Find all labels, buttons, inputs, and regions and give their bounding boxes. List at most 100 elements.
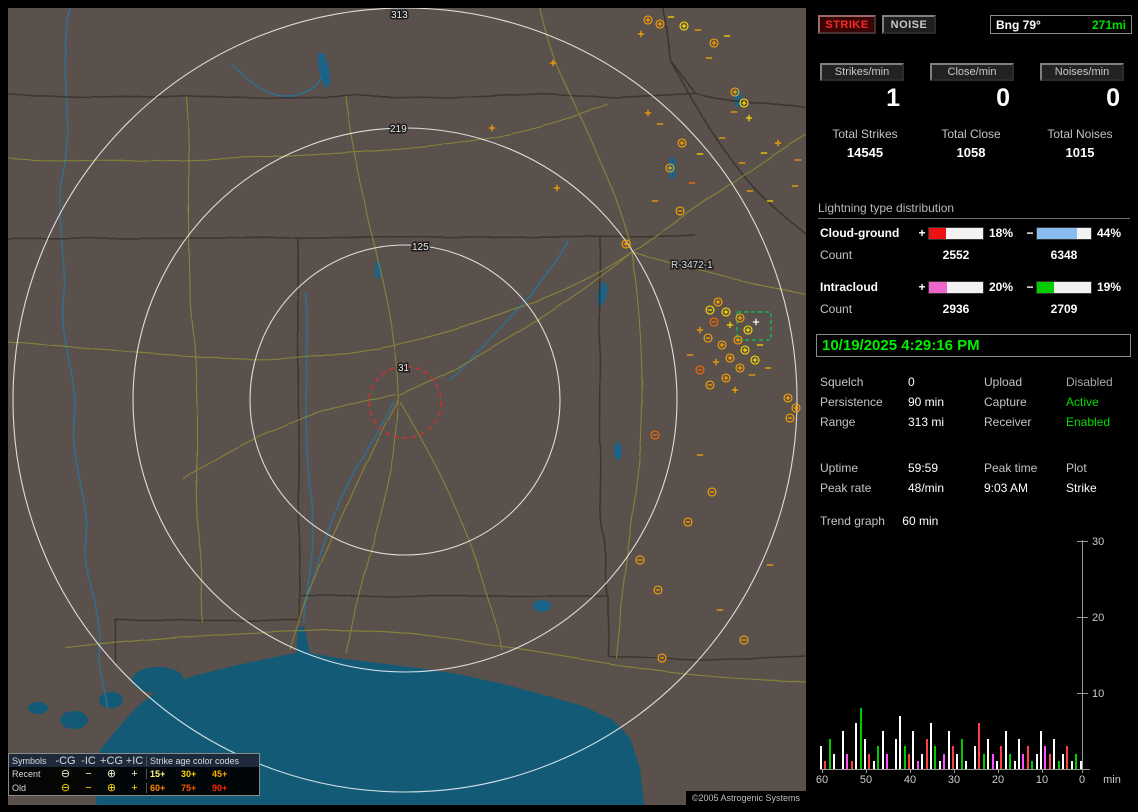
trend-bar <box>991 753 994 769</box>
age-code-60: 60+ <box>150 783 166 793</box>
legend-age-header: Strike age color codes <box>146 755 259 766</box>
trend-bar <box>1000 746 1003 769</box>
trend-bar <box>1048 753 1051 769</box>
x-tick-10: 10 <box>1035 774 1049 786</box>
trend-bars <box>820 536 1082 769</box>
capture-status: Active <box>1066 395 1099 409</box>
trend-bar <box>1070 761 1073 769</box>
cloud-ground-label: Cloud-ground <box>820 226 900 240</box>
storm-cell-label: R-3472-1 <box>671 260 713 271</box>
trend-bar <box>908 753 910 769</box>
total-noises-label: Total Noises <box>1047 127 1113 141</box>
trend-bar <box>1062 753 1064 769</box>
date-time-display: 10/19/2025 4:29:16 PM <box>816 334 1131 357</box>
squelch-label: Squelch <box>820 375 864 389</box>
x-tick-30: 30 <box>947 774 961 786</box>
ic-minus-bar <box>1036 280 1092 294</box>
peak-time-label: Peak time <box>984 461 1038 475</box>
trend-graph-label: Trend graph <box>820 514 885 528</box>
range-label: Range <box>820 415 856 429</box>
close-per-min-value: 0 <box>996 84 1010 112</box>
trend-bar <box>859 708 862 769</box>
trend-bar <box>925 738 928 769</box>
ic-plus-pct: 20% <box>989 280 1014 294</box>
squelch-value: 0 <box>908 375 915 389</box>
receiver-label: Receiver <box>984 415 1032 429</box>
ncg-recent-icon: ⊖ <box>60 768 71 780</box>
date-time-value: 10/19/2025 4:29:16 PM <box>822 337 980 354</box>
y-tick-10: 10 <box>1092 688 1105 700</box>
lightning-map[interactable]: 313 219 125 31 R-3472-1 Symbols -CG -IC … <box>8 8 806 805</box>
legend-symbols-header: Symbols <box>12 755 47 766</box>
trend-bar <box>877 746 880 769</box>
trend-bar <box>952 746 954 769</box>
plot-label: Plot <box>1066 461 1087 475</box>
trend-bar <box>987 738 990 769</box>
trend-bar <box>881 731 884 769</box>
cg-count-label: Count <box>820 248 853 262</box>
capture-label: Capture <box>984 395 1027 409</box>
total-close-label: Total Close <box>941 127 1001 141</box>
trend-bar <box>1075 753 1078 769</box>
age-code-75: 75+ <box>181 783 197 793</box>
persistence-label: Persistence <box>820 395 883 409</box>
trend-graph: 30 20 10 60 50 40 30 20 10 0 min <box>816 536 1132 798</box>
uptime-value: 59:59 <box>908 461 939 475</box>
trend-bar <box>1057 761 1060 769</box>
upload-label: Upload <box>984 375 1023 389</box>
trend-bar <box>1013 761 1016 769</box>
bearing-display: Bng 79° 271mi <box>990 15 1132 34</box>
trend-bar <box>996 761 998 769</box>
ncg-old-icon: ⊖ <box>60 782 71 794</box>
svg-text:31: 31 <box>398 363 410 374</box>
noise-mode-button[interactable]: NOISE <box>882 15 936 34</box>
trend-bar <box>1018 738 1020 769</box>
trend-bar <box>947 731 950 769</box>
close-per-min-button[interactable]: Close/min <box>930 63 1014 81</box>
range-value: 313 mi <box>908 415 945 429</box>
trend-bar <box>872 761 875 769</box>
y-axis <box>1082 540 1083 770</box>
x-unit-label: min <box>1103 774 1121 786</box>
minus-sign: − <box>1026 280 1034 294</box>
age-code-15: 15+ <box>150 769 166 779</box>
receiver-status: Enabled <box>1066 415 1111 429</box>
x-axis <box>820 769 1090 770</box>
trend-bar <box>1031 761 1034 769</box>
trend-bar <box>1035 753 1038 769</box>
svg-text:219: 219 <box>390 124 407 135</box>
cg-minus-bar <box>1036 226 1092 240</box>
ic-minus-pct: 19% <box>1097 280 1122 294</box>
strikes-per-min-button[interactable]: Strikes/min <box>820 63 904 81</box>
trend-bar <box>921 753 924 769</box>
map-canvas: 313 219 125 31 R-3472-1 <box>8 8 806 805</box>
trend-bar <box>1026 746 1029 769</box>
trend-bar <box>833 753 836 769</box>
distribution-heading: Lightning type distribution <box>818 201 1130 219</box>
trend-bar <box>864 738 866 769</box>
noises-per-min-button[interactable]: Noises/min <box>1040 63 1124 81</box>
ic-plus-count: 2936 <box>942 302 970 316</box>
trend-window-value: 60 min <box>902 514 939 528</box>
nic-recent-icon: − <box>85 768 92 780</box>
peak-time-value: 9:03 AM <box>984 481 1029 495</box>
trend-bar <box>1009 753 1012 769</box>
y-tick-20: 20 <box>1092 612 1105 624</box>
x-tick-40: 40 <box>903 774 917 786</box>
intracloud-label: Intracloud <box>820 280 879 294</box>
x-tick-50: 50 <box>859 774 873 786</box>
trend-bar <box>903 746 906 769</box>
trend-bar <box>894 738 897 769</box>
trend-bar <box>1004 731 1007 769</box>
trend-bar <box>912 731 915 769</box>
legend-recent-label: Recent <box>12 769 41 779</box>
trend-bar <box>956 753 959 769</box>
strike-mode-button[interactable]: STRIKE <box>818 15 876 34</box>
legend-col-nic: -IC <box>81 754 96 767</box>
ic-minus-count: 2709 <box>1050 302 1078 316</box>
uptime-label: Uptime <box>820 461 859 475</box>
plot-value: Strike <box>1066 481 1097 495</box>
trend-bar <box>820 746 822 769</box>
trend-bar <box>899 715 902 769</box>
age-code-45: 45+ <box>212 769 228 779</box>
